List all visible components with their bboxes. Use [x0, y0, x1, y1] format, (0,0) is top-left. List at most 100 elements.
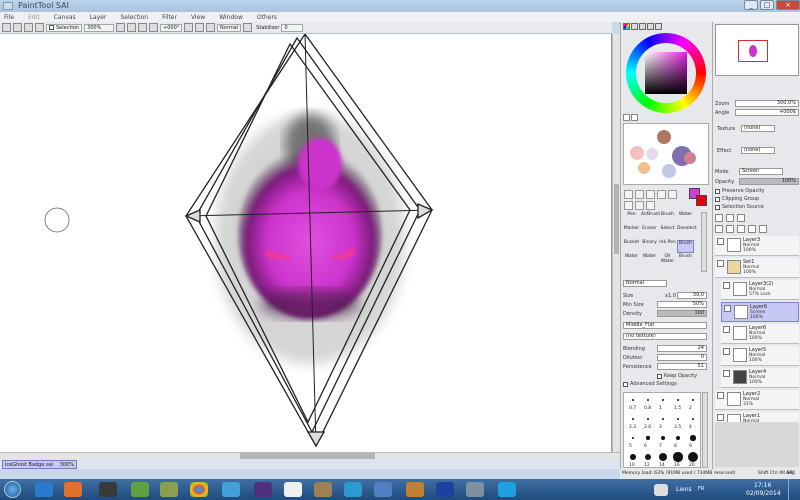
- scratchpad-clear-icon[interactable]: [623, 114, 630, 121]
- tool-binary[interactable]: Binary: [641, 240, 658, 253]
- clipping-group-checkbox[interactable]: [715, 196, 720, 202]
- tool-water-3[interactable]: Water: [641, 254, 658, 267]
- clock-time[interactable]: 17:16: [754, 482, 771, 489]
- eyedropper-tool-icon[interactable]: [657, 190, 666, 199]
- media-player-icon[interactable]: [64, 482, 82, 497]
- show-desktop-button[interactable]: [788, 479, 800, 500]
- redo-button[interactable]: [13, 23, 22, 32]
- layer-row[interactable]: Layer2 Normal 31%: [715, 390, 799, 410]
- menu-view[interactable]: View: [191, 14, 205, 21]
- size-preset-dot[interactable]: [659, 453, 667, 461]
- size-preset-dot[interactable]: [677, 418, 679, 420]
- tablet-icon[interactable]: [254, 482, 272, 497]
- game-icon[interactable]: [131, 482, 149, 497]
- zoom-reset-button[interactable]: [149, 23, 159, 32]
- explorer-icon[interactable]: [35, 482, 53, 497]
- start-button[interactable]: [4, 481, 21, 498]
- document-tab[interactable]: IceGhost Badge.sai 300%: [2, 460, 77, 469]
- menu-selection[interactable]: Selection: [120, 14, 148, 21]
- scratchpad-save-icon[interactable]: [631, 114, 638, 121]
- rotate-left-button[interactable]: [184, 23, 194, 32]
- layer-opacity-slider[interactable]: 100%: [739, 178, 799, 185]
- hsv-mode-icon[interactable]: [639, 23, 646, 30]
- size-preset-dot[interactable]: [644, 453, 652, 461]
- tool-brush-2[interactable]: Brush: [677, 254, 694, 267]
- eye-icon[interactable]: [723, 326, 730, 333]
- rotate-reset-button[interactable]: [206, 23, 216, 32]
- dilution-slider[interactable]: 0: [657, 354, 707, 361]
- minimize-button[interactable]: _: [744, 0, 758, 10]
- keyboard-lang[interactable]: FR: [698, 486, 704, 492]
- menu-window[interactable]: Window: [219, 14, 243, 21]
- eye-icon[interactable]: [724, 305, 731, 312]
- min-size-slider[interactable]: 50%: [657, 301, 707, 308]
- links-toolbar[interactable]: Liens: [676, 486, 692, 493]
- clear-layer-icon[interactable]: [726, 225, 734, 233]
- size-preset-dot[interactable]: [692, 399, 694, 401]
- color-wheel-mode-icon[interactable]: [623, 23, 630, 30]
- new-layer-icon[interactable]: [715, 214, 723, 222]
- tool-select[interactable]: Select: [659, 226, 676, 239]
- size-presets[interactable]: 0.7 0.8 1 1.5 2 2.3 2.6 3 3.5 4 5 6 7 8 9 10 12 14 16 20: [623, 392, 701, 468]
- swatch-mode-icon[interactable]: [647, 23, 654, 30]
- magic-wand-tool-icon[interactable]: [646, 190, 655, 199]
- advanced-settings-toggle[interactable]: Advanced Settings: [623, 381, 677, 387]
- rotation-field[interactable]: +000°: [160, 23, 183, 32]
- nav-angle-slider[interactable]: +000$: [735, 109, 799, 116]
- size-preset-dot[interactable]: [661, 436, 665, 440]
- menu-canvas[interactable]: Canvas: [54, 14, 76, 21]
- merge-visible-icon[interactable]: [748, 225, 756, 233]
- chrome-icon[interactable]: [190, 482, 208, 497]
- skype-icon[interactable]: [498, 482, 516, 497]
- tool-airbrush[interactable]: AirBrush: [641, 212, 660, 225]
- navigator-preview[interactable]: [715, 24, 799, 76]
- eye-icon[interactable]: [717, 414, 724, 421]
- preserve-opacity-checkbox[interactable]: [715, 188, 720, 194]
- menu-file[interactable]: File: [4, 14, 14, 21]
- hand-tool-icon[interactable]: [646, 201, 655, 210]
- maximize-button[interactable]: □: [760, 0, 774, 10]
- figure2-icon[interactable]: [314, 482, 332, 497]
- tool-water[interactable]: Water: [677, 212, 694, 225]
- density-slider[interactable]: 100: [657, 310, 707, 317]
- zoom-field[interactable]: 300%: [84, 23, 115, 32]
- layer-row[interactable]: Layer3(2) Normal 57% Lock: [721, 280, 799, 300]
- size-preset-dot[interactable]: [647, 399, 649, 401]
- undo-button[interactable]: [2, 23, 11, 32]
- preserve-opacity-toggle[interactable]: Preserve Opacity: [715, 188, 765, 194]
- scratchpad-mode-icon[interactable]: [655, 23, 662, 30]
- drawing-canvas[interactable]: [0, 32, 612, 452]
- size-preset-dot[interactable]: [690, 435, 696, 441]
- size-preset-dot[interactable]: [647, 418, 649, 420]
- canvas-vertical-scrollbar[interactable]: [612, 34, 620, 452]
- eye-icon[interactable]: [717, 392, 724, 399]
- rotate-tool-icon[interactable]: [635, 201, 644, 210]
- deselect-button[interactable]: [24, 23, 33, 32]
- selection-source-checkbox[interactable]: [715, 204, 720, 210]
- blending-slider[interactable]: 24: [657, 345, 707, 352]
- size-preset-dot[interactable]: [677, 399, 679, 401]
- selection-toggle[interactable]: Selection: [46, 23, 83, 32]
- terminal-icon[interactable]: [99, 482, 117, 497]
- size-preset-dot[interactable]: [662, 418, 664, 420]
- saturation-value-square[interactable]: [645, 52, 687, 94]
- marquee-tool-icon[interactable]: [624, 190, 633, 199]
- size-preset-dot[interactable]: [673, 452, 683, 462]
- dolphin-icon[interactable]: [344, 482, 362, 497]
- selection-checkbox[interactable]: [49, 25, 54, 30]
- move-tool-icon[interactable]: [668, 190, 677, 199]
- selection-source-toggle[interactable]: Selection Source: [715, 204, 764, 210]
- invert-selection-button[interactable]: [35, 23, 44, 32]
- pen-tablet-tray-icon[interactable]: [654, 484, 668, 496]
- eye-icon[interactable]: [717, 260, 724, 267]
- tool-eraser[interactable]: Eraser: [641, 226, 658, 239]
- brush-texture-select[interactable]: (no texture): [623, 333, 707, 340]
- copy-layer-icon[interactable]: [715, 225, 723, 233]
- clock-date[interactable]: 02/09/2014: [746, 490, 781, 497]
- merge-down-icon[interactable]: [737, 225, 745, 233]
- tool-pen[interactable]: Pen: [623, 212, 640, 225]
- eye-icon[interactable]: [717, 238, 724, 245]
- advanced-settings-checkbox[interactable]: [623, 381, 628, 387]
- layer-row[interactable]: Layer3 Normal 100%: [715, 236, 799, 256]
- rgb-mode-icon[interactable]: [631, 23, 638, 30]
